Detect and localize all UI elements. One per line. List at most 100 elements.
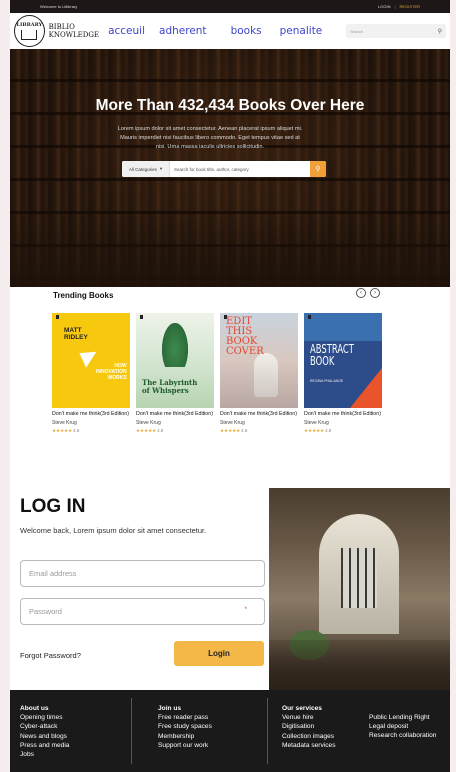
book-cover[interactable]: ABSTRACT BOOK REGINA PHALANGE	[304, 313, 382, 408]
book-card[interactable]: ABSTRACT BOOK REGINA PHALANGE Don't make…	[304, 313, 382, 434]
bookmark-icon	[308, 315, 311, 319]
nav-item-acceuil[interactable]: acceuil	[108, 25, 145, 37]
book-card[interactable]: MATT RIDLEY HOW INNOVATION WORKS Don't m…	[52, 313, 130, 434]
password-field[interactable]: Password *	[20, 598, 265, 625]
login-subtitle: Welcome back, Lorem ipsum dolor sit amet…	[20, 526, 207, 535]
stars-icon: ★★★★★	[220, 428, 241, 433]
footer-link[interactable]: Metadata services	[282, 741, 336, 750]
tree-illustration	[162, 323, 188, 367]
hero-floor	[10, 207, 450, 287]
book-title[interactable]: Don't make me think(3rd Edition)	[220, 410, 298, 419]
cover-corner	[350, 368, 382, 408]
footer-link[interactable]: Research collaboration	[369, 731, 436, 740]
footer-link[interactable]: Press and media	[20, 741, 69, 750]
tables-illustration	[269, 640, 450, 690]
cover-text: MATT	[64, 327, 82, 334]
cover-title: EDIT THIS BOOK COVER	[226, 317, 264, 357]
footer-link[interactable]: Venue hire	[282, 713, 336, 722]
cover-text: COVER	[226, 346, 264, 357]
brand-line-2: KNOWLEDGE	[48, 31, 100, 39]
book-cover[interactable]: EDIT THIS BOOK COVER	[220, 313, 298, 408]
chevron-right-icon[interactable]: ›	[370, 288, 380, 298]
footer-link[interactable]: News and blogs	[20, 732, 69, 741]
footer-link[interactable]: Support our work	[158, 741, 212, 750]
book-title[interactable]: Don't make me think(3rd Edition)	[304, 410, 382, 419]
hero-banner: More Than 432,434 Books Over Here Lorem …	[10, 49, 450, 287]
cover-title: HOW INNOVATION WORKS	[96, 363, 127, 381]
footer-link[interactable]: Collection images	[282, 732, 336, 741]
rating-value: 4.8	[241, 428, 248, 433]
footer-link[interactable]: Public Lending Right	[369, 713, 436, 722]
search-button[interactable]: ⚲	[310, 161, 326, 177]
book-title[interactable]: Don't make me think(3rd Edition)	[136, 410, 214, 419]
nav-item-penalite[interactable]: penalite	[280, 25, 323, 37]
footer-link[interactable]: Digitisation	[282, 722, 336, 731]
book-title[interactable]: Don't make me think(3rd Edition)	[52, 410, 130, 419]
nav-item-adherent[interactable]: adherent	[159, 25, 207, 37]
cover-author: MATT RIDLEY	[64, 327, 88, 341]
login-title: LOG IN	[20, 496, 86, 517]
library-logo[interactable]: LIBRARY	[14, 15, 45, 47]
page: Welcome to Ltilibrary LOGIN | REGISTER L…	[10, 0, 450, 772]
bookmark-icon	[56, 315, 59, 319]
book-author: Steve Krug	[52, 420, 77, 426]
footer-divider	[267, 698, 268, 764]
trending-books-list: MATT RIDLEY HOW INNOVATION WORKS Don't m…	[52, 313, 382, 434]
hero-search-bar: All Categories ▾ Search for book title, …	[122, 161, 326, 177]
footer-join-column: Join us Free reader pass Free study spac…	[158, 704, 212, 750]
site-header: LIBRARY BIBLIO KNOWLEDGE acceuil adheren…	[10, 13, 450, 49]
caret-down-icon: ▾	[159, 166, 163, 171]
window-illustration	[341, 548, 377, 608]
email-field[interactable]: Email address	[20, 560, 265, 587]
login-button[interactable]: Login	[174, 641, 264, 666]
figure-illustration	[254, 353, 278, 397]
login-link[interactable]: LOGIN	[378, 4, 390, 9]
nav-item-books[interactable]: books	[231, 25, 262, 37]
book-card[interactable]: EDIT THIS BOOK COVER Don't make me think…	[220, 313, 298, 434]
footer-heading: Our services	[282, 705, 322, 712]
footer-services-column: Our services Venue hire Digitisation Col…	[282, 704, 336, 750]
header-search-input[interactable]: Search ⚲	[346, 24, 446, 38]
book-cover[interactable]: The Labyrinth of Whispers	[136, 313, 214, 408]
footer-divider	[131, 698, 132, 764]
auth-separator: |	[394, 4, 396, 9]
search-icon[interactable]: ⚲	[438, 28, 442, 35]
password-placeholder: Password	[29, 607, 62, 616]
cover-author: REGINA PHALANGE	[310, 379, 344, 383]
forgot-password-link[interactable]: Forgot Password?	[20, 651, 81, 660]
cover-text: of Whispers	[142, 386, 189, 395]
star-rating: ★★★★★4.8	[304, 428, 382, 434]
book-author: Steve Krug	[220, 420, 245, 426]
main-nav: acceuil adherent books penalite	[108, 25, 322, 37]
register-link[interactable]: REGISTER	[400, 4, 420, 9]
header-search-placeholder: Search	[350, 28, 363, 34]
book-cover[interactable]: MATT RIDLEY HOW INNOVATION WORKS	[52, 313, 130, 408]
footer-link[interactable]: Free reader pass	[158, 713, 212, 722]
stars-icon: ★★★★★	[304, 428, 325, 433]
search-icon: ⚲	[315, 166, 321, 173]
brand-name: BIBLIO KNOWLEDGE	[49, 23, 104, 39]
auth-links: LOGIN | REGISTER	[378, 4, 420, 9]
footer-link[interactable]: Membership	[158, 732, 212, 741]
footer-link[interactable]: Opening times	[20, 713, 69, 722]
category-select[interactable]: All Categories ▾	[122, 161, 170, 177]
footer-about-column: About us Opening times Cyber-attack News…	[20, 704, 69, 759]
hero-title: More Than 432,434 Books Over Here	[95, 97, 365, 114]
star-rating: ★★★★★4.8	[220, 428, 298, 434]
cover-text: RIDLEY	[64, 334, 88, 341]
book-author: Steve Krug	[136, 420, 161, 426]
site-footer: About us Opening times Cyber-attack News…	[10, 690, 450, 772]
bookmark-icon	[140, 315, 143, 319]
footer-link[interactable]: Free study spaces	[158, 722, 212, 731]
rating-value: 4.8	[157, 428, 164, 433]
book-card[interactable]: The Labyrinth of Whispers Don't make me …	[136, 313, 214, 434]
chevron-left-icon[interactable]: ‹	[356, 288, 366, 298]
footer-link[interactable]: Legal deposit	[369, 722, 436, 731]
book-search-input[interactable]: Search for book title, author, category	[170, 161, 310, 177]
footer-services-column-2: Public Lending Right Legal deposit Resea…	[369, 713, 436, 741]
footer-link[interactable]: Jobs	[20, 750, 69, 759]
cover-title: ABSTRACT BOOK	[310, 343, 354, 367]
reading-room-image	[269, 488, 450, 690]
footer-link[interactable]: Cyber-attack	[20, 722, 69, 731]
star-rating: ★★★★★4.8	[52, 428, 130, 434]
